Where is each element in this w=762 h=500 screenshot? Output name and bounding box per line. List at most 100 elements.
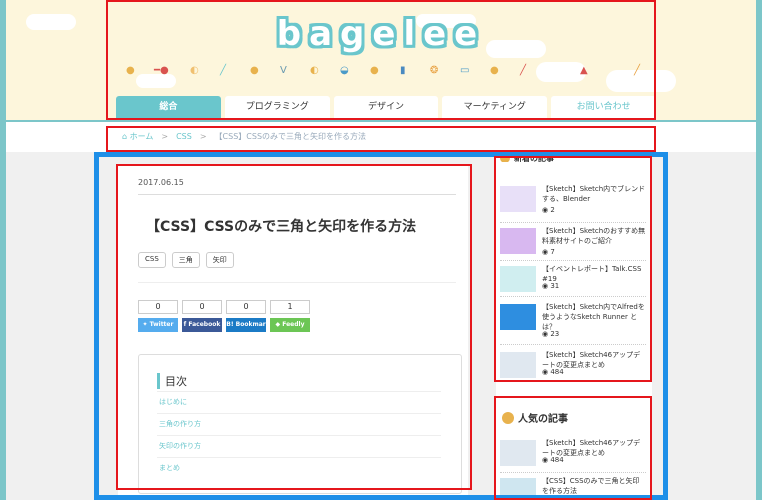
- share-count: 0: [226, 300, 266, 314]
- divider: [157, 413, 441, 414]
- share-feedly: 1 ◆ Feedly: [270, 300, 310, 332]
- bagel-icon: ●: [370, 65, 379, 76]
- breadcrumb-current: 【CSS】CSSのみで三角と矢印を作る方法: [214, 132, 367, 141]
- divider: [138, 194, 456, 195]
- eye-icon: ◉: [542, 368, 549, 376]
- divider: [500, 472, 646, 473]
- views-count: 7: [550, 248, 555, 256]
- kitchen-tools-decoration: ● ━● ◐ ╱ ● V ◐ ◒ ● ▮ ❂ ▭ ● ╱ ▲ ╱: [126, 64, 646, 78]
- divider: [500, 222, 646, 223]
- post-thumbnail: [500, 304, 536, 330]
- views-count: 23: [550, 330, 560, 338]
- popular-heading-label: 人気の記事: [518, 414, 568, 425]
- share-count: 0: [138, 300, 178, 314]
- recent-post-item[interactable]: 【Sketch】Sketchのおすすめ無料素材サイトのご紹介 ◉ 7: [500, 226, 646, 262]
- breadcrumb-home[interactable]: ⌂ ホーム: [122, 131, 153, 142]
- breadcrumb-home-label: ホーム: [129, 132, 154, 141]
- post-title: 【Sketch】Sketchのおすすめ無料素材サイトのご紹介: [542, 227, 646, 245]
- whisk-icon: ╱: [220, 65, 227, 76]
- main-nav: 総合 プログラミング デザイン マーケティング お問い合わせ: [116, 96, 656, 118]
- chevron-right-icon: >: [199, 132, 207, 141]
- post-title: 【CSS】CSSのみで三角と矢印を作る方法: [542, 477, 640, 495]
- share-count: 0: [182, 300, 222, 314]
- tag-css[interactable]: CSS: [138, 252, 166, 268]
- popular-post-item[interactable]: 【Sketch】Sketch46アップデートの変更点まとめ ◉ 484: [500, 438, 646, 474]
- table-of-contents: 目次 はじめに 三角の作り方 矢印の作り方 まとめ: [138, 354, 462, 494]
- share-facebook: 0 f Facebook: [182, 300, 222, 332]
- cup-icon: ▮: [400, 65, 406, 76]
- tab-marketing[interactable]: マーケティング: [442, 96, 548, 118]
- bread-icon: ◐: [190, 65, 199, 76]
- recent-heading-label: 新着の記事: [514, 154, 554, 162]
- home-icon: ⌂: [122, 132, 128, 141]
- tab-programming[interactable]: プログラミング: [224, 96, 330, 118]
- tab-contact[interactable]: お問い合わせ: [551, 96, 656, 118]
- article-card: 2017.06.15 【CSS】CSSのみで三角と矢印を作る方法 CSS 三角 …: [118, 164, 468, 500]
- views-count: 484: [550, 368, 564, 376]
- twitter-icon: ✦: [142, 321, 148, 328]
- medal-icon: [500, 154, 510, 162]
- recent-post-item[interactable]: 【イベントレポート】Talk.CSS #19 ◉ 31: [500, 264, 646, 300]
- tag-triangle[interactable]: 三角: [171, 252, 200, 268]
- post-views: ◉ 31: [542, 282, 559, 290]
- site-header: bagelee ● ━● ◐ ╱ ● V ◐ ◒ ● ▮ ❂ ▭ ● ╱ ▲ ╱…: [6, 0, 756, 120]
- views-count: 31: [550, 282, 560, 290]
- toc-title: 目次: [157, 373, 187, 389]
- feedly-icon: ◆: [275, 321, 281, 328]
- toc-item[interactable]: はじめに: [159, 397, 187, 407]
- eye-icon: ◉: [542, 248, 549, 256]
- breadcrumb: ⌂ ホーム > CSS > 【CSS】CSSのみで三角と矢印を作る方法: [122, 131, 366, 142]
- popular-posts-heading: 人気の記事: [502, 410, 568, 425]
- rolling-pin-icon: ━●: [154, 65, 169, 76]
- views-count: 484: [550, 456, 564, 464]
- tab-general[interactable]: 総合: [116, 96, 221, 118]
- views-count: 2: [550, 206, 555, 214]
- bookmark-share-button[interactable]: B! Bookmar: [226, 318, 266, 332]
- post-title: 【Sketch】Sketch46アップデートの変更点まとめ: [542, 351, 641, 369]
- divider: [157, 435, 441, 436]
- post-views: ◉ 23: [542, 330, 559, 338]
- tab-design[interactable]: デザイン: [333, 96, 439, 118]
- spatula-icon: ╱: [520, 65, 527, 76]
- divider: [138, 282, 456, 283]
- recent-post-item[interactable]: 【Sketch】Sketch内でAlfredを使うようなSketch Runne…: [500, 302, 646, 346]
- tag-list: CSS 三角 矢印: [138, 252, 234, 268]
- divider: [500, 260, 646, 261]
- share-label: Bookmar: [235, 321, 266, 328]
- recent-post-item[interactable]: 【Sketch】Sketch内でブレンドする、Blender ◉ 2: [500, 184, 646, 220]
- post-thumbnail: [500, 440, 536, 466]
- facebook-share-button[interactable]: f Facebook: [182, 318, 222, 332]
- site-logo[interactable]: bagelee: [6, 14, 756, 54]
- post-thumbnail: [500, 352, 536, 378]
- bagel-icon: ●: [250, 65, 259, 76]
- post-title: 【イベントレポート】Talk.CSS #19: [542, 265, 642, 283]
- popular-post-item[interactable]: 【CSS】CSSのみで三角と矢印を作る方法: [500, 476, 646, 500]
- feedly-share-button[interactable]: ◆ Feedly: [270, 318, 310, 332]
- medal-icon: [502, 411, 514, 424]
- article-date: 2017.06.15: [138, 178, 184, 187]
- share-buttons: 0 ✦ Twitter 0 f Facebook 0 B! Bookmar 1 …: [138, 300, 310, 332]
- toc-item[interactable]: まとめ: [159, 463, 180, 473]
- breadcrumb-bar: ⌂ ホーム > CSS > 【CSS】CSSのみで三角と矢印を作る方法: [6, 122, 756, 152]
- toc-item[interactable]: 三角の作り方: [159, 419, 201, 429]
- bagel-icon: ◐: [310, 65, 319, 76]
- post-views: ◉ 7: [542, 248, 555, 256]
- tag-arrow[interactable]: 矢印: [205, 252, 234, 268]
- eye-icon: ◉: [542, 282, 549, 290]
- tray-icon: ▭: [460, 65, 470, 76]
- post-views: ◉ 2: [542, 206, 555, 214]
- eye-icon: ◉: [542, 206, 549, 214]
- toc-item[interactable]: 矢印の作り方: [159, 441, 201, 451]
- share-count: 1: [270, 300, 310, 314]
- donut-icon: ❂: [430, 65, 439, 76]
- post-thumbnail: [500, 478, 536, 500]
- post-thumbnail: [500, 228, 536, 254]
- bagel-icon: ●: [490, 65, 499, 76]
- share-label: Facebook: [188, 321, 221, 328]
- post-title: 【Sketch】Sketch内でブレンドする、Blender: [542, 185, 646, 203]
- twitter-share-button[interactable]: ✦ Twitter: [138, 318, 178, 332]
- recent-post-item[interactable]: 【Sketch】Sketch46アップデートの変更点まとめ ◉ 484: [500, 350, 646, 386]
- breadcrumb-category[interactable]: CSS: [176, 132, 192, 141]
- sidebar: 新着の記事 【Sketch】Sketch内でブレンドする、Blender ◉ 2…: [496, 154, 652, 500]
- divider: [157, 457, 441, 458]
